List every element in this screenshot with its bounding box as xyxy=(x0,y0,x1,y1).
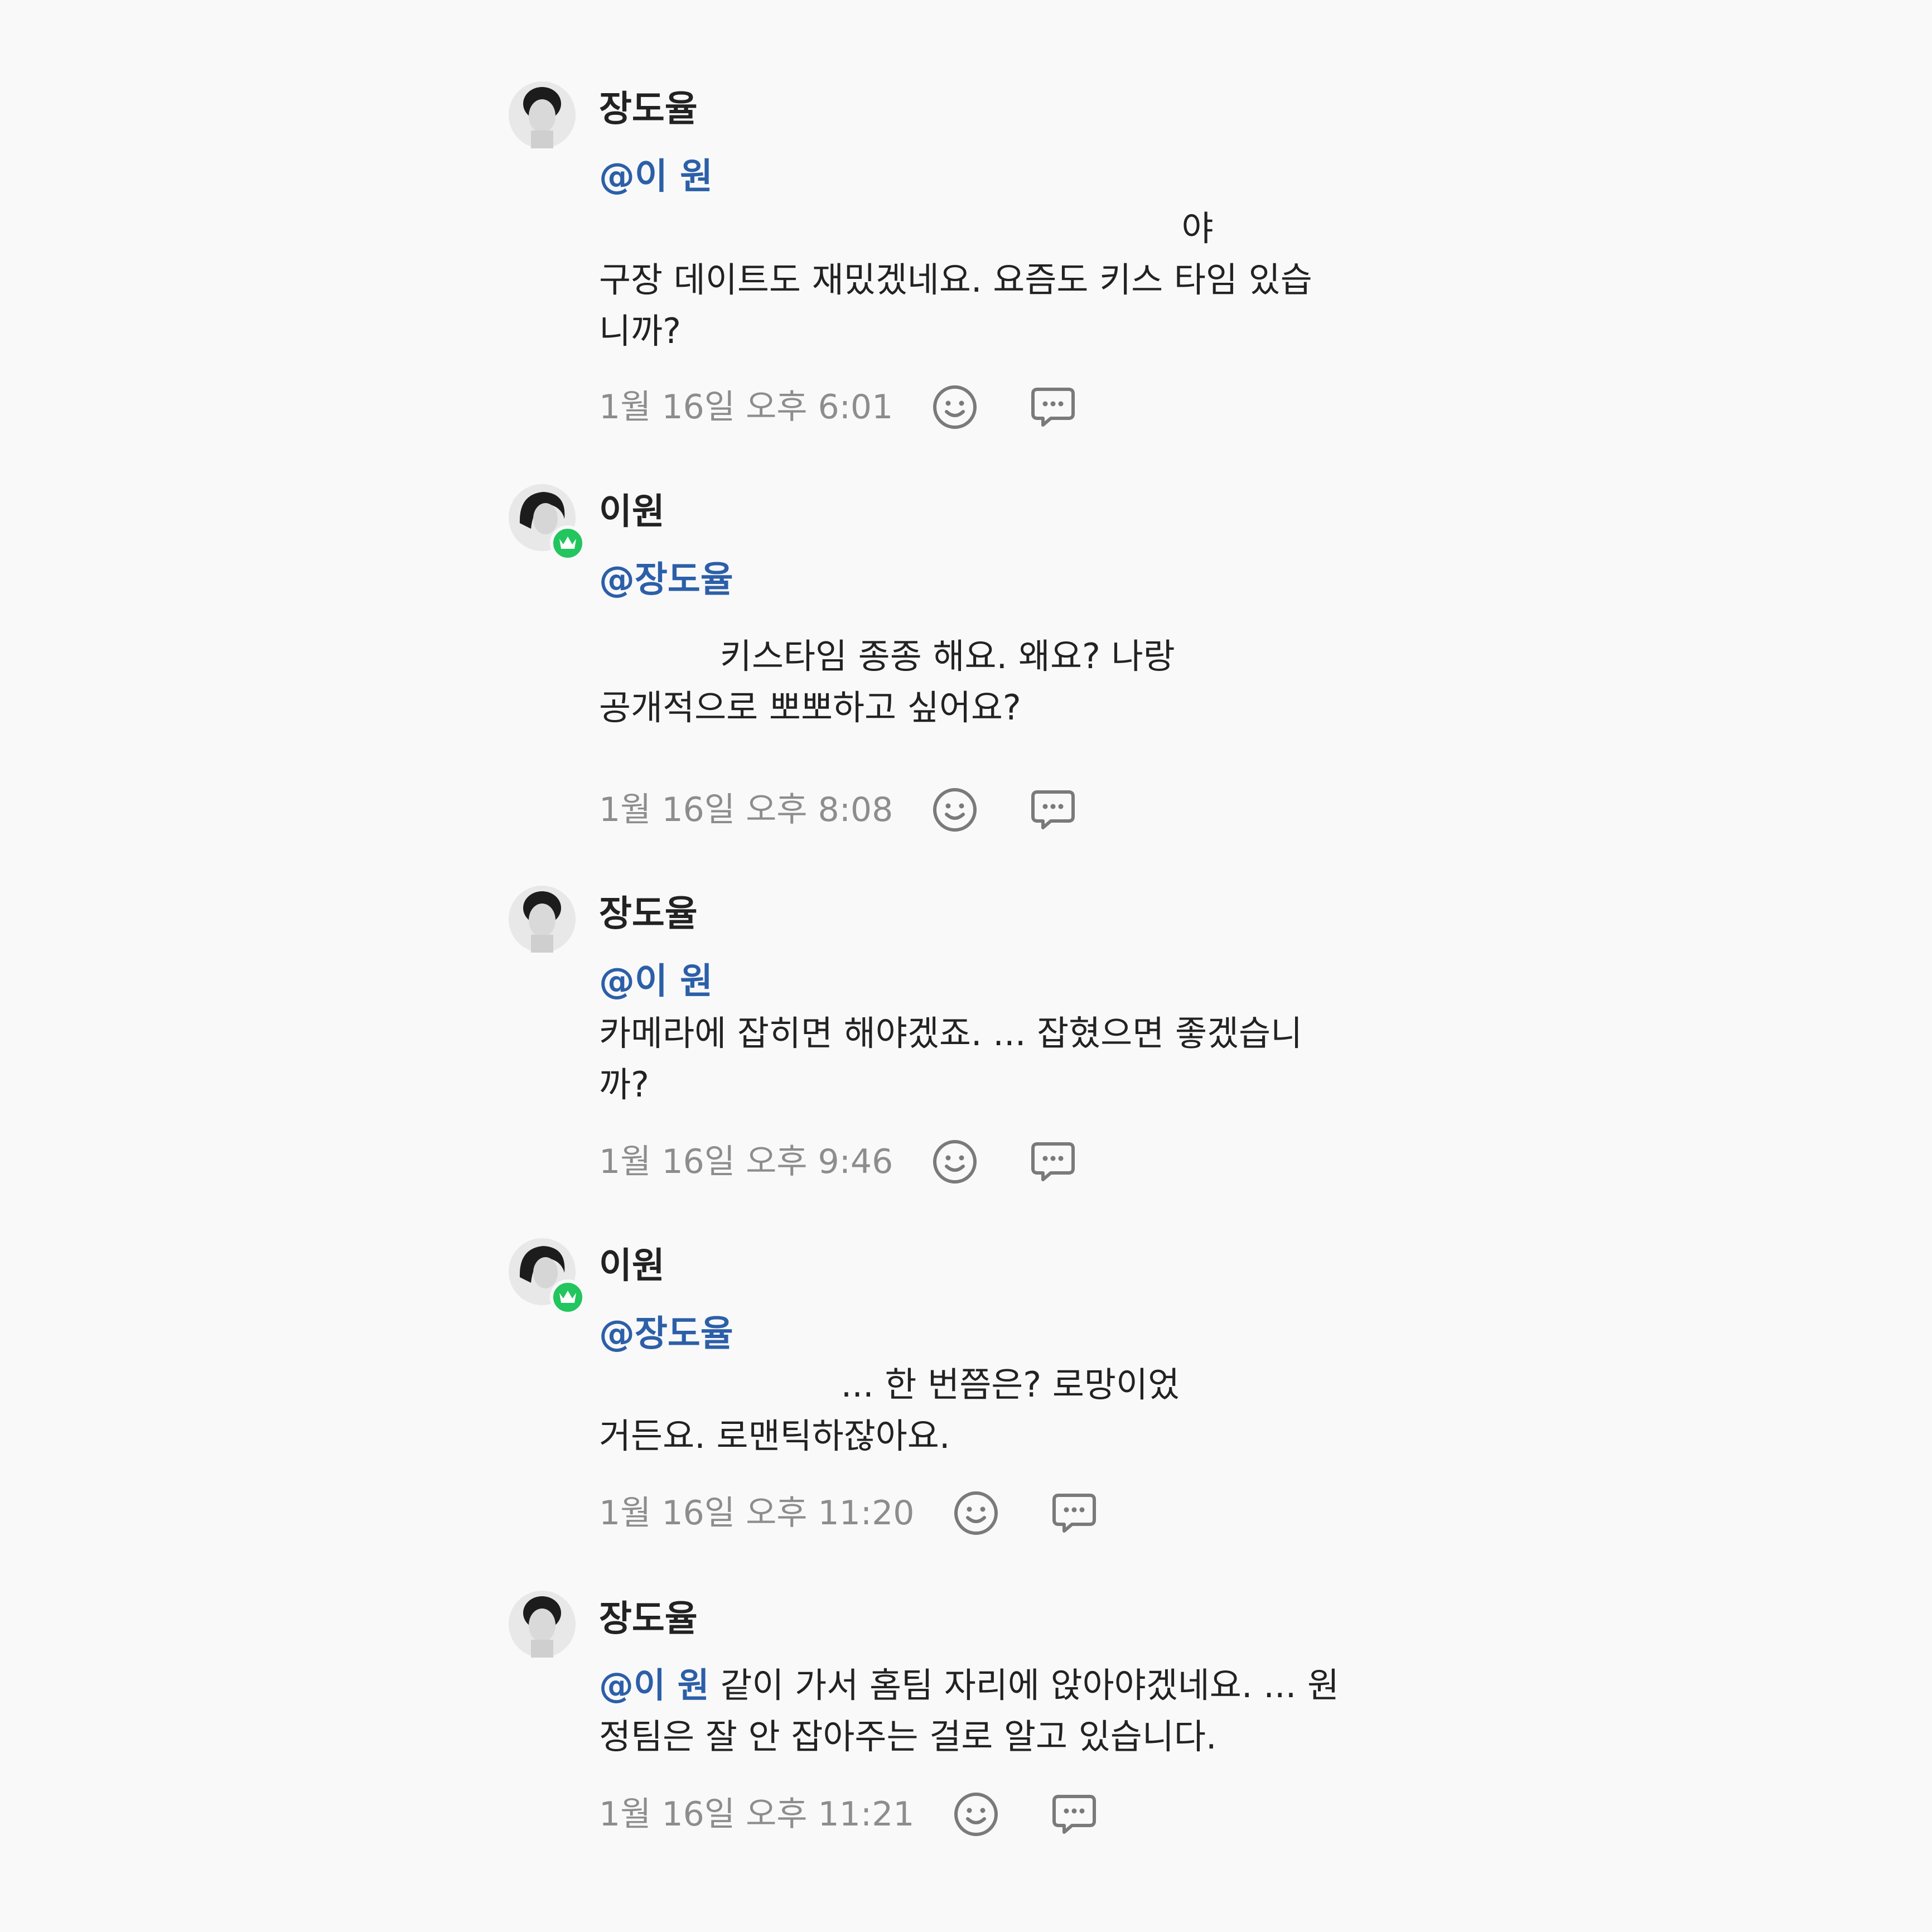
comment-meta: 1월 16일 오후 6:01 xyxy=(599,382,1126,432)
avatar[interactable] xyxy=(509,81,576,148)
mention-link[interactable]: @장도율 xyxy=(599,1316,733,1352)
comment-author[interactable]: 이원 xyxy=(599,494,665,530)
speech-bubble-icon[interactable] xyxy=(1028,785,1078,835)
comment-text-line: 키스타임 종종 해요. 왜요? 나랑 xyxy=(599,636,1175,677)
mention-link[interactable]: @장도율 xyxy=(599,562,733,598)
comment-author[interactable]: 장도율 xyxy=(599,896,698,932)
crown-icon xyxy=(550,1279,586,1315)
avatar[interactable] xyxy=(509,484,586,561)
comment-meta: 1월 16일 오후 11:21 xyxy=(599,1789,1147,1839)
comment-timestamp: 1월 16일 오후 11:20 xyxy=(599,1494,915,1533)
comment-timestamp: 1월 16일 오후 9:46 xyxy=(599,1142,893,1181)
comment-meta: 1월 16일 오후 9:46 xyxy=(599,1137,1126,1187)
comment-text: ... 한 번쯤은? 로망이었거든요. 로맨틱하잖아요. xyxy=(599,1359,1380,1462)
comment-text: @이 원 같이 가서 홈팀 자리에 앉아야겠네요. ... 원정팀은 잘 안 잡… xyxy=(599,1660,1380,1762)
comment-author[interactable]: 이원 xyxy=(599,1248,665,1284)
comment-text: 키스타임 종종 해요. 왜요? 나랑공개적으로 뽀뽀하고 싶어요? xyxy=(599,631,1380,733)
comment-text-line: 까? xyxy=(599,1064,649,1105)
smiley-icon[interactable] xyxy=(930,382,980,432)
comment-text-line: ... 한 번쯤은? 로망이었 xyxy=(599,1364,1180,1405)
comment-meta: 1월 16일 오후 8:08 xyxy=(599,785,1126,835)
speech-bubble-icon[interactable] xyxy=(1049,1488,1099,1538)
smiley-icon[interactable] xyxy=(951,1789,1001,1839)
smiley-icon[interactable] xyxy=(930,785,980,835)
comment-meta: 1월 16일 오후 11:20 xyxy=(599,1488,1147,1538)
comment-text-line: 카메라에 잡히면 해야겠죠. ... 잡혔으면 좋겠습니 xyxy=(599,1013,1303,1054)
speech-bubble-icon[interactable] xyxy=(1028,382,1078,432)
comment-text-line: 니까? xyxy=(599,311,681,351)
comment-text-line: 야 xyxy=(599,208,1214,249)
comment-author[interactable]: 장도율 xyxy=(599,1601,698,1637)
crown-icon xyxy=(550,525,586,561)
mention-link[interactable]: @이 원 xyxy=(599,159,713,195)
smiley-icon[interactable] xyxy=(930,1137,980,1187)
comment-text: 야구장 데이트도 재밌겠네요. 요즘도 키스 타임 있습니까? xyxy=(599,203,1380,357)
comment-text-segment: 같이 가서 홈팀 자리에 앉아야겠네요. ... 원 xyxy=(709,1665,1340,1706)
avatar[interactable] xyxy=(509,1591,576,1658)
avatar[interactable] xyxy=(509,1238,586,1315)
comment-text-line: 공개적으로 뽀뽀하고 싶어요? xyxy=(599,687,1021,728)
comment-timestamp: 1월 16일 오후 8:08 xyxy=(599,790,893,829)
comment-text-line: @이 원 같이 가서 홈팀 자리에 앉아야겠네요. ... 원 xyxy=(599,1660,1380,1711)
comment-text-line: 거든요. 로맨틱하잖아요. xyxy=(599,1416,950,1456)
comment-text-line: 정팀은 잘 안 잡아주는 걸로 알고 있습니다. xyxy=(599,1716,1217,1757)
comment-text: 카메라에 잡히면 해야겠죠. ... 잡혔으면 좋겠습니까? xyxy=(599,1008,1380,1110)
mention-link[interactable]: @이 원 xyxy=(599,964,713,999)
comment-author[interactable]: 장도율 xyxy=(599,91,698,127)
speech-bubble-icon[interactable] xyxy=(1049,1789,1099,1839)
speech-bubble-icon[interactable] xyxy=(1028,1137,1078,1187)
smiley-icon[interactable] xyxy=(951,1488,1001,1538)
comment-text-line: 구장 데이트도 재밌겠네요. 요즘도 키스 타임 있습 xyxy=(599,259,1312,300)
avatar[interactable] xyxy=(509,886,576,953)
comment-timestamp: 1월 16일 오후 11:21 xyxy=(599,1795,915,1834)
mention-link[interactable]: @이 원 xyxy=(599,1665,709,1706)
comment-timestamp: 1월 16일 오후 6:01 xyxy=(599,388,893,427)
